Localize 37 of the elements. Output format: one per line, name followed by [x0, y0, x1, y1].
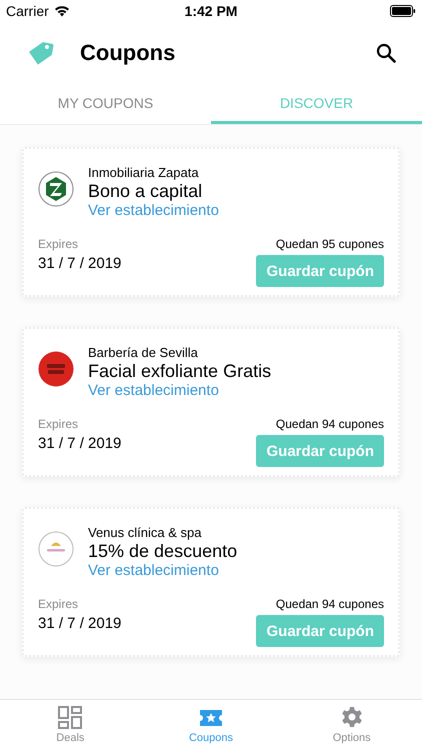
wifi-icon	[54, 5, 70, 17]
merchant-name: Venus clínica & spa	[88, 525, 202, 540]
coupon-title: 15% de descuento	[88, 540, 238, 562]
tab-bar-item[interactable]: Deals	[0, 700, 141, 750]
coupon-title: Facial exfoliante Gratis	[88, 360, 272, 382]
merchant-logo-icon	[38, 351, 74, 387]
tag-icon	[28, 40, 54, 66]
merchant-name: Inmobiliaria Zapata	[88, 165, 199, 180]
tab-bar-item[interactable]: Options	[281, 700, 422, 750]
status-time: 1:42 PM	[184, 3, 238, 19]
expires-label: Expires	[38, 597, 80, 611]
merchant-name: Barbería de Sevilla	[88, 345, 198, 360]
expires-label: Expires	[38, 417, 80, 431]
save-coupon-button[interactable]: Guardar cupón	[256, 255, 384, 287]
merchant-logo-icon	[38, 531, 74, 567]
carrier-name: Carrier	[6, 3, 49, 19]
settings-icon	[340, 706, 364, 729]
coupon-title: Bono a capital	[88, 180, 202, 202]
merchant-logo-icon	[38, 171, 74, 207]
remaining-count: Quedan 94 cupones	[276, 417, 384, 431]
tab-bar-item[interactable]: Coupons	[140, 700, 282, 750]
grid-icon	[58, 706, 82, 729]
merchant-link[interactable]: Ver establecimiento	[88, 202, 219, 219]
expiry-date: 31 / 7 / 2019	[38, 615, 122, 632]
save-coupon-button[interactable]: Guardar cupón	[256, 435, 384, 467]
merchant-link[interactable]: Ver establecimiento	[88, 562, 219, 579]
tab[interactable]: MY COUPONS	[0, 84, 211, 124]
screen-title: Coupons	[80, 40, 176, 66]
merchant-link[interactable]: Ver establecimiento	[88, 382, 219, 399]
remaining-count: Quedan 94 cupones	[276, 597, 384, 611]
expiry-date: 31 / 7 / 2019	[38, 255, 122, 272]
battery-icon	[390, 5, 416, 17]
save-coupon-button[interactable]: Guardar cupón	[256, 615, 384, 647]
search-icon[interactable]	[376, 43, 396, 63]
remaining-count: Quedan 95 cupones	[276, 237, 384, 251]
expires-label: Expires	[38, 237, 80, 251]
expiry-date: 31 / 7 / 2019	[38, 435, 122, 452]
